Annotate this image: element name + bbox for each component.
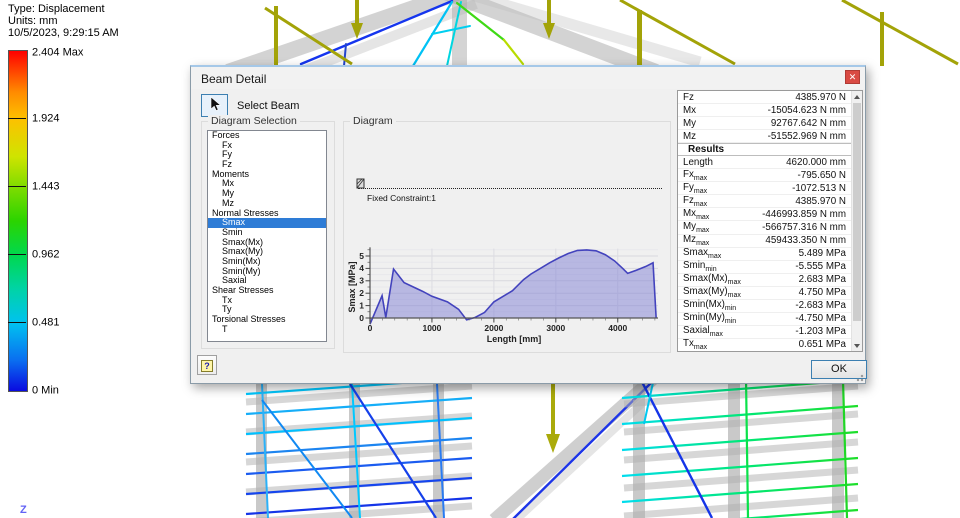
fixed-constraint-icon <box>356 178 365 189</box>
legend-timestamp: 10/5/2023, 9:29:15 AM <box>8 27 119 39</box>
results-scrollbar[interactable] <box>851 91 862 351</box>
result-legend: Type: Displacement Units: mm 10/5/2023, … <box>0 0 130 420</box>
result-row: Fymax -1072.513 N <box>678 182 851 196</box>
legend-tick-label: 0.481 <box>32 316 60 329</box>
svg-text:1: 1 <box>359 300 364 310</box>
diagram-group-label: Diagram <box>350 115 396 127</box>
result-row: Length 4620.000 mm <box>678 156 851 170</box>
results-rows: Fz 4385.970 N Mx -15054.623 N mm My 92767.642… <box>678 91 851 351</box>
chevron-up-icon <box>854 94 860 99</box>
cursor-pointer-icon <box>210 96 221 111</box>
z-axis-indicator: Z <box>20 504 27 516</box>
legend-color-bar <box>8 50 28 392</box>
svg-text:Smax [MPa]: Smax [MPa] <box>347 261 357 312</box>
legend-tick-label: 1.924 <box>32 112 60 125</box>
result-row: Smax(Mx)max 2.683 MPa <box>678 273 851 287</box>
help-icon: ? <box>201 360 213 372</box>
beam-schematic-line <box>358 188 662 189</box>
legend-min-label: 0 Min <box>32 384 59 397</box>
diagram-selection-group-label: Diagram Selection <box>208 115 300 127</box>
svg-text:Length [mm]: Length [mm] <box>487 334 542 344</box>
svg-text:3: 3 <box>359 276 364 286</box>
result-row: Fzmax 4385.970 N <box>678 195 851 209</box>
legend-tick-label: 1.443 <box>32 180 60 193</box>
chevron-down-icon <box>854 343 860 348</box>
svg-text:2000: 2000 <box>484 323 503 333</box>
select-beam-label: Select Beam <box>237 100 300 112</box>
svg-text:0: 0 <box>359 313 364 323</box>
scroll-up-button[interactable] <box>852 91 862 102</box>
diagram-option-t[interactable]: T <box>208 324 326 335</box>
legend-units-label: Units: mm <box>8 15 58 27</box>
result-row: Smin(My)min -4.750 MPa <box>678 312 851 326</box>
beam-detail-dialog: Beam Detail ✕ Select Beam Diagram Select… <box>190 65 867 384</box>
diagram-group: Diagram Fixed Constraint:1 0 1000 2000 3000… <box>343 115 671 353</box>
dialog-titlebar[interactable]: Beam Detail ✕ <box>191 67 865 89</box>
svg-text:2: 2 <box>359 288 364 298</box>
legend-tick-label: 0.962 <box>32 248 60 261</box>
beam-results-panel: Fz 4385.970 N Mx -15054.623 N mm My 92767.642… <box>677 90 863 352</box>
result-row: Smaxmax 5.489 MPa <box>678 247 851 261</box>
result-row: Mzmax 459433.350 N mm <box>678 234 851 248</box>
svg-text:1000: 1000 <box>422 323 441 333</box>
load-arrowhead <box>546 434 560 453</box>
roof-lattice-left <box>245 376 473 518</box>
roof-lattice-right <box>621 377 859 518</box>
svg-text:5: 5 <box>359 251 364 261</box>
diagram-selection-listbox[interactable]: Forces Fx Fy Fz Moments Mx My Mz Normal Stresses… <box>207 130 327 342</box>
result-row: Mxmax -446993.859 N mm <box>678 208 851 222</box>
application-viewport: Type: Displacement Units: mm 10/5/2023, … <box>0 0 960 518</box>
scrollbar-thumb[interactable] <box>853 103 861 321</box>
legend-tick <box>8 186 26 187</box>
result-row: Fxmax -795.650 N <box>678 169 851 183</box>
close-button[interactable]: ✕ <box>845 70 860 84</box>
svg-text:4000: 4000 <box>608 323 627 333</box>
legend-tick <box>8 254 26 255</box>
svg-text:4: 4 <box>359 263 364 273</box>
result-row: My 92767.642 N mm <box>678 117 851 131</box>
result-row: Txmax 0.651 MPa <box>678 338 851 351</box>
result-row: Mymax -566757.316 N mm <box>678 221 851 235</box>
result-row: Fz 4385.970 N <box>678 91 851 105</box>
scroll-down-button[interactable] <box>852 340 862 351</box>
constraint-label: Fixed Constraint:1 <box>367 193 436 203</box>
result-row: Saxialmax -1.203 MPa <box>678 325 851 339</box>
result-row: Smin(Mx)min -2.683 MPa <box>678 299 851 313</box>
svg-text:3000: 3000 <box>546 323 565 333</box>
legend-tick <box>8 322 26 323</box>
help-button[interactable]: ? <box>197 355 217 375</box>
center-brace <box>489 373 659 518</box>
legend-type-label: Type: Displacement <box>8 3 105 15</box>
result-row: Sminmin -5.555 MPa <box>678 260 851 274</box>
diagram-selection-group: Diagram Selection Forces Fx Fy Fz Moments Mx M… <box>201 115 335 349</box>
result-row: Mz -51552.969 N mm <box>678 130 851 144</box>
result-row: Mx -15054.623 N mm <box>678 104 851 118</box>
result-row: Smax(My)max 4.750 MPa <box>678 286 851 300</box>
select-beam-button[interactable] <box>201 94 228 117</box>
truss-apex-beams <box>225 0 702 80</box>
svg-text:0: 0 <box>368 323 373 333</box>
legend-max-label: 2.404 Max <box>32 46 84 59</box>
dialog-title: Beam Detail <box>201 72 267 86</box>
legend-tick <box>8 118 26 119</box>
smax-length-chart: 0 1000 2000 3000 4000 0 1 2 3 4 5 Length [mm] Smax [… <box>347 247 658 344</box>
results-header-row: Results <box>678 143 851 157</box>
resize-grip[interactable] <box>854 372 864 382</box>
